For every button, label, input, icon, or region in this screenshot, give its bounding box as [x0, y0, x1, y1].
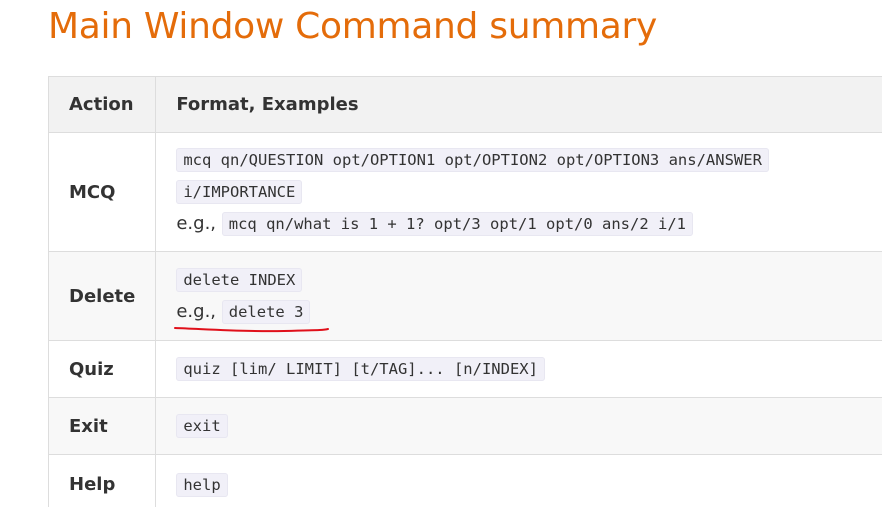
page-title: Main Window Command summary [48, 6, 658, 47]
format-code: help [176, 472, 228, 497]
table-row-quiz: Quiz quiz [lim/ LIMIT] [t/TAG]... [n/IND… [47, 340, 882, 398]
action-cell: Quiz [47, 340, 157, 398]
action-cell: Delete [47, 251, 157, 341]
underlined-example: e.g., delete 3 [174, 296, 330, 333]
format-cell: exit [155, 397, 882, 455]
red-underline-annotation [174, 327, 330, 333]
format-cell: help [155, 454, 882, 507]
table-header-row: Action Format, Examples [47, 76, 882, 133]
format-code: mcq qn/QUESTION opt/OPTION1 opt/OPTION2 … [176, 148, 769, 172]
table-row-help: Help help [47, 454, 882, 507]
format-code: exit [176, 414, 228, 438]
format-cell: delete INDEX e.g., delete 3 [155, 251, 882, 341]
example-prefix: e.g., [176, 213, 217, 234]
table-row-delete: Delete delete INDEX e.g., delete 3 [47, 251, 882, 341]
format-code-continued: i/IMPORTANCE [176, 180, 303, 204]
header-action: Action [47, 76, 157, 133]
action-cell: Help [47, 454, 157, 507]
format-cell: mcq qn/QUESTION opt/OPTION1 opt/OPTION2 … [155, 132, 882, 252]
action-cell: MCQ [47, 132, 157, 252]
action-cell: Exit [47, 397, 157, 455]
command-summary-table: Action Format, Examples MCQ mcq qn/QUEST… [47, 76, 882, 507]
table-row-mcq: MCQ mcq qn/QUESTION opt/OPTION1 opt/OPTI… [47, 132, 882, 252]
table-row-exit: Exit exit [47, 397, 882, 455]
example-code: delete 3 [221, 300, 311, 324]
example-prefix: e.g., [176, 301, 217, 322]
example-code: mcq qn/what is 1 + 1? opt/3 opt/1 opt/0 … [221, 212, 694, 236]
format-code: quiz [lim/ LIMIT] [t/TAG]... [n/INDEX] [176, 357, 545, 381]
format-code: delete INDEX [176, 268, 303, 292]
header-format: Format, Examples [155, 76, 882, 133]
format-cell: quiz [lim/ LIMIT] [t/TAG]... [n/INDEX] [155, 340, 882, 398]
